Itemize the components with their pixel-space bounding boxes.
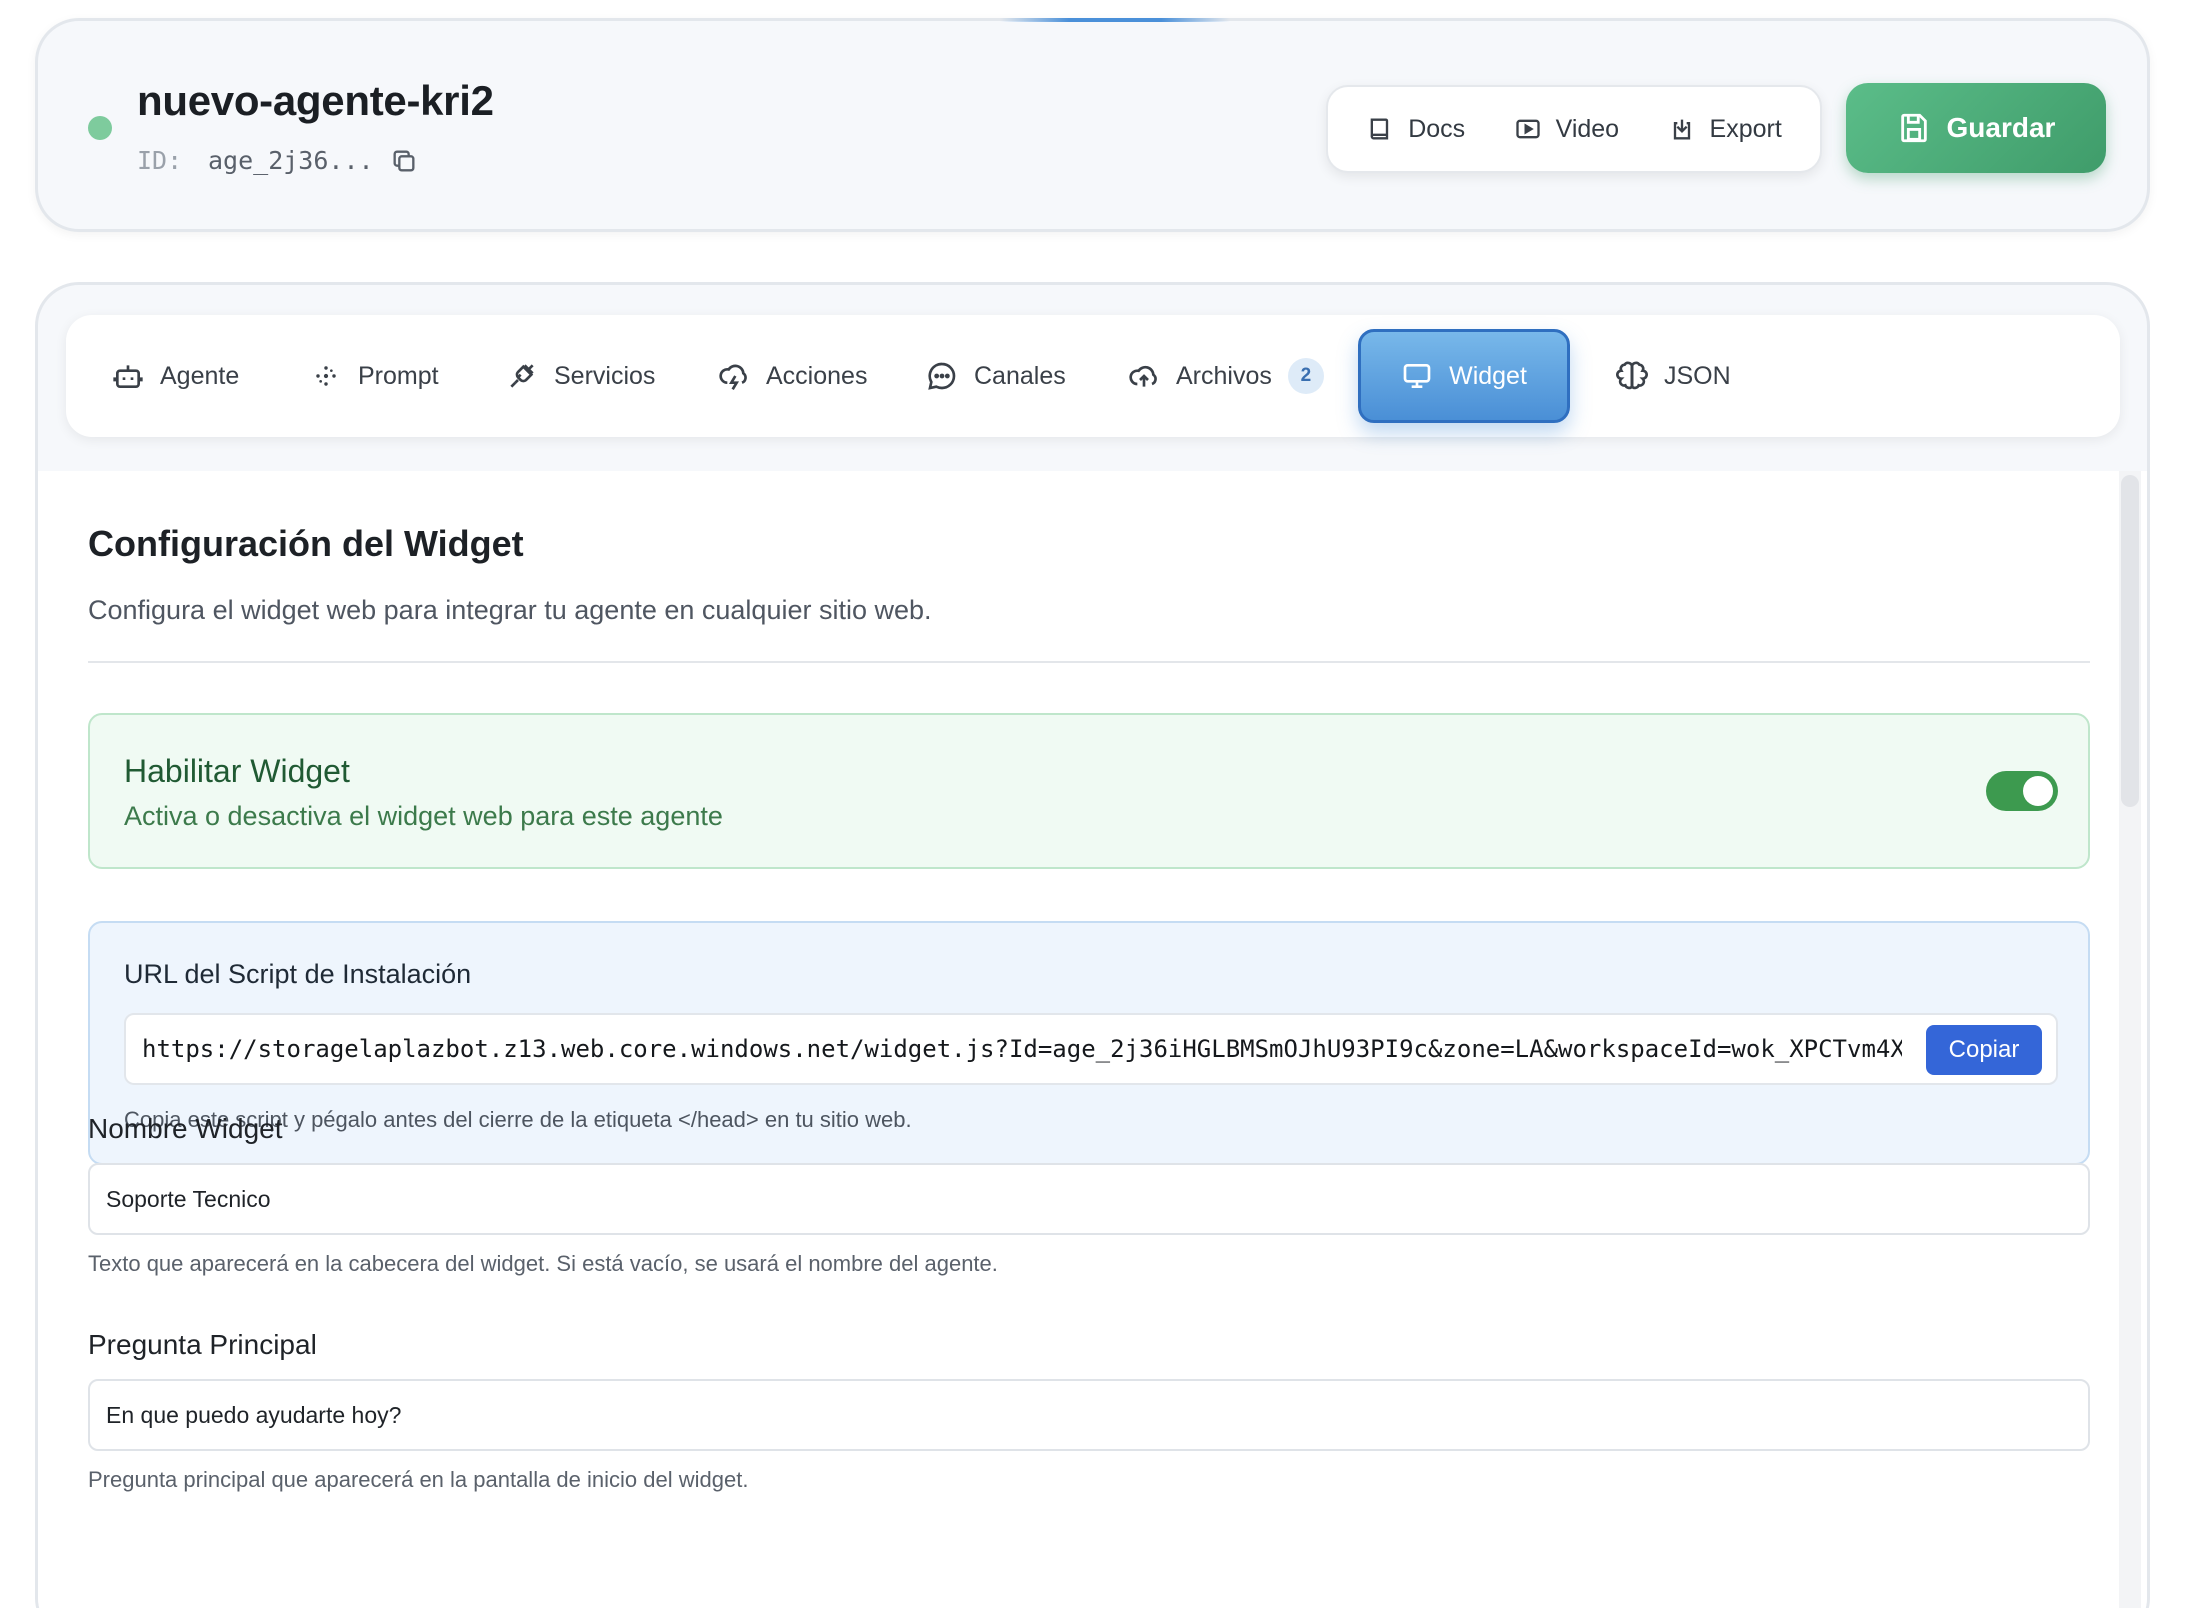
tab-label: Acciones <box>766 361 868 390</box>
enable-widget-toggle[interactable] <box>1986 771 2058 811</box>
copy-script-button[interactable]: Copiar <box>1926 1025 2042 1075</box>
widget-name-label: Nombre Widget <box>88 1113 283 1144</box>
export-icon <box>1673 119 1690 140</box>
header-accent-line <box>1000 18 1230 22</box>
main-question-input[interactable] <box>88 1379 2090 1451</box>
widget-name-input[interactable] <box>88 1163 2090 1235</box>
tab-agente[interactable]: Agente <box>94 329 257 423</box>
robot-icon <box>113 365 143 388</box>
book-icon <box>1370 118 1389 140</box>
divider <box>88 661 2090 663</box>
tab-archivos[interactable]: Archivos 2 <box>1110 329 1342 423</box>
monitor-icon <box>1403 364 1431 388</box>
save-button-label: Guardar <box>1946 112 2056 143</box>
tab-label: Servicios <box>554 361 656 390</box>
save-button[interactable]: Guardar <box>1846 83 2106 173</box>
status-dot <box>88 116 112 140</box>
agent-id-value: age_2j36... <box>208 146 374 175</box>
widget-name-help: Texto que aparecerá en la cabecera del w… <box>88 1251 998 1276</box>
agent-name: nuevo-agente-kri2 <box>137 77 494 124</box>
tab-canales[interactable]: Canales <box>908 329 1084 423</box>
copy-icon[interactable] <box>390 147 418 175</box>
export-link[interactable]: Export <box>1668 115 1782 144</box>
docs-link-label: Docs <box>1408 114 1466 143</box>
video-icon <box>1515 119 1540 139</box>
scrollbar-thumb[interactable] <box>2121 475 2139 807</box>
tab-label: JSON <box>1664 361 1731 390</box>
section-description: Configura el widget web para integrar tu… <box>88 595 932 625</box>
tab-label: Canales <box>974 361 1066 390</box>
install-script-url[interactable]: https://storagelaplazbot.z13.web.core.wi… <box>142 1035 1902 1063</box>
save-icon <box>1900 113 1927 143</box>
tab-label: Widget <box>1449 361 1527 390</box>
enable-widget-panel: Habilitar Widget Activa o desactiva el w… <box>88 713 2090 869</box>
files-count-badge: 2 <box>1287 358 1324 394</box>
toggle-knob <box>2023 776 2053 806</box>
tab-label: Prompt <box>358 361 439 390</box>
video-link[interactable]: Video <box>1514 114 1620 144</box>
cloud-lightning-icon <box>719 364 747 391</box>
tab-label: Agente <box>160 361 240 390</box>
agent-id-label: ID: <box>137 146 183 175</box>
cloud-upload-icon <box>1129 365 1157 387</box>
plug-icon <box>510 364 534 388</box>
enable-widget-title: Habilitar Widget <box>124 753 350 789</box>
header-links: Docs Video Export <box>1326 85 1822 173</box>
tab-widget[interactable]: Widget <box>1358 329 1570 423</box>
tab-acciones[interactable]: Acciones <box>700 329 885 423</box>
tab-bar: Agente Prompt Servicios Acciones Canales… <box>66 315 2120 437</box>
export-link-label: Export <box>1709 114 1782 143</box>
install-script-box: https://storagelaplazbot.z13.web.core.wi… <box>124 1013 2058 1085</box>
section-title: Configuración del Widget <box>88 523 524 564</box>
sparkle-icon <box>316 366 336 386</box>
main-question-label: Pregunta Principal <box>88 1329 317 1360</box>
install-script-title: URL del Script de Instalación <box>124 959 472 989</box>
tab-prompt[interactable]: Prompt <box>292 329 457 423</box>
docs-link[interactable]: Docs <box>1366 115 1465 144</box>
enable-widget-description: Activa o desactiva el widget web para es… <box>124 801 723 831</box>
video-link-label: Video <box>1555 114 1620 143</box>
main-question-help: Pregunta principal que aparecerá en la p… <box>88 1467 749 1492</box>
brain-icon <box>1616 361 1648 390</box>
agent-editor: Agente Prompt Servicios Acciones Canales… <box>35 282 2150 1608</box>
tab-json[interactable]: JSON <box>1598 329 1749 423</box>
install-script-panel: URL del Script de Instalación https://st… <box>88 921 2090 1165</box>
chat-icon <box>928 362 956 390</box>
agent-header: nuevo-agente-kri2 ID: age_2j36... Docs V… <box>35 18 2150 232</box>
tab-servicios[interactable]: Servicios <box>488 329 673 423</box>
tab-label: Archivos <box>1176 361 1272 390</box>
